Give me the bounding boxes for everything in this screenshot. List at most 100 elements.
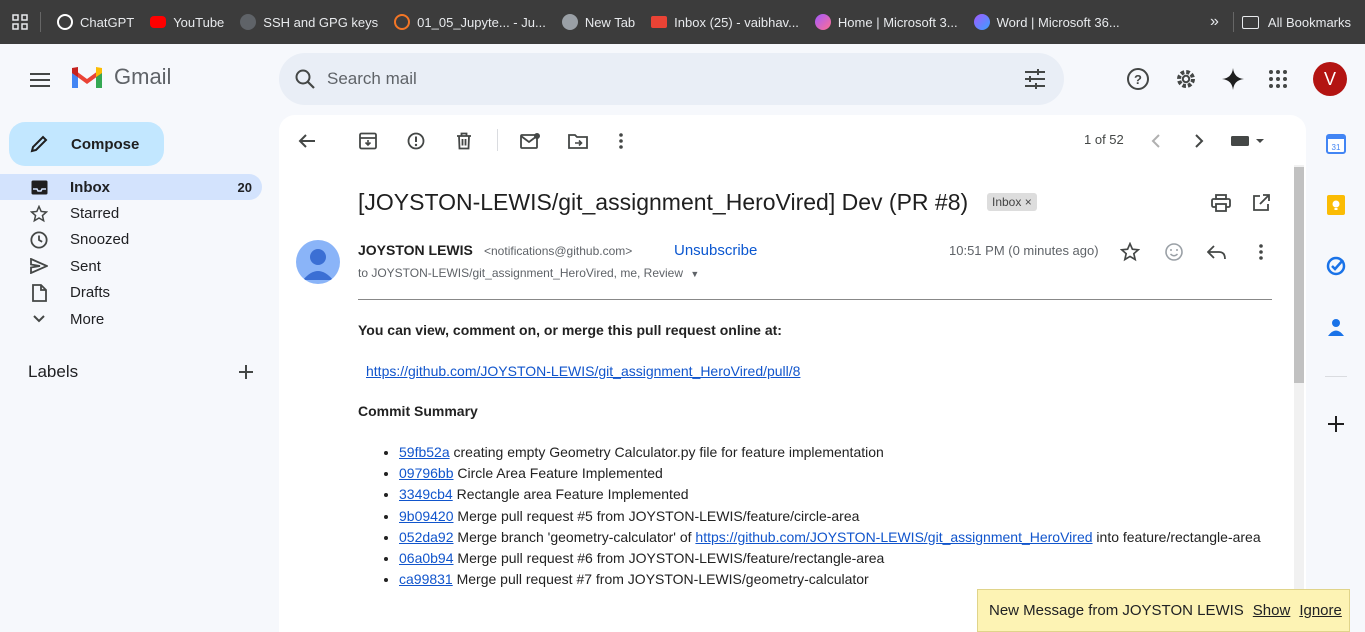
- add-label-plus-icon[interactable]: [238, 364, 254, 380]
- notification-show-link[interactable]: Show: [1253, 602, 1291, 619]
- main-menu-button[interactable]: [24, 64, 56, 96]
- gmail-logo[interactable]: Gmail: [70, 64, 171, 90]
- caret-down-icon: ▼: [690, 269, 700, 279]
- google-contacts-icon[interactable]: [1325, 316, 1347, 338]
- delete-trash-icon[interactable]: [452, 129, 476, 153]
- commit-sha-link[interactable]: 59fb52a: [399, 444, 450, 460]
- google-tasks-icon[interactable]: [1325, 255, 1347, 277]
- commit-sha-link[interactable]: 052da92: [399, 529, 454, 545]
- all-bookmarks-button[interactable]: All Bookmarks: [1241, 15, 1365, 30]
- inbox-label-chip[interactable]: Inbox ×: [987, 193, 1037, 211]
- pagination-count: 1 of 52: [1084, 132, 1124, 147]
- back-arrow-icon[interactable]: [295, 129, 319, 153]
- unsubscribe-link[interactable]: Unsubscribe: [674, 242, 757, 259]
- google-apps-icon[interactable]: [1264, 65, 1292, 93]
- globe-icon: [561, 14, 578, 30]
- google-keep-icon[interactable]: [1325, 194, 1347, 216]
- list-item: 9b09420 Merge pull request #5 from JOYST…: [399, 506, 1279, 527]
- message-more-vertical-icon[interactable]: [1249, 240, 1273, 264]
- commit-sha-link[interactable]: 06a0b94: [399, 550, 454, 566]
- add-reaction-emoji-icon[interactable]: [1162, 240, 1186, 264]
- recipients-line[interactable]: to JOYSTON-LEWIS/git_assignment_HeroVire…: [358, 266, 699, 280]
- commit-list: 59fb52a creating empty Geometry Calculat…: [399, 442, 1279, 590]
- sidebar-item-sent[interactable]: Sent: [0, 253, 262, 279]
- move-to-folder-icon[interactable]: [566, 129, 590, 153]
- search-options-icon[interactable]: [1024, 69, 1046, 89]
- youtube-icon: [150, 16, 167, 28]
- settings-gear-icon[interactable]: [1172, 65, 1200, 93]
- more-vertical-icon[interactable]: [609, 129, 633, 153]
- sender-email: <notifications@github.com>: [484, 244, 633, 258]
- pencil-icon: [30, 135, 48, 153]
- bookmarks-divider: [40, 12, 41, 32]
- bookmark-youtube[interactable]: YouTube: [142, 8, 232, 36]
- bookmark-jupyter[interactable]: 01_05_Jupyte... - Ju...: [386, 8, 554, 36]
- sidebar-nav: Inbox 20 Starred Snoozed Sent Drafts Mor…: [0, 174, 262, 332]
- email-timestamp: 10:51 PM (0 minutes ago): [949, 243, 1099, 258]
- sidebar-item-inbox[interactable]: Inbox 20: [0, 174, 262, 201]
- apps-grid-icon[interactable]: [0, 14, 40, 30]
- commit-sha-link[interactable]: 3349cb4: [399, 486, 453, 502]
- mark-unread-icon[interactable]: [518, 129, 542, 153]
- labels-section: Labels: [28, 362, 254, 382]
- commit-sha-link[interactable]: ca99831: [399, 571, 453, 587]
- commit-message: Merge pull request #5 from JOYSTON-LEWIS…: [453, 507, 860, 524]
- input-tools-keyboard-icon[interactable]: [1228, 129, 1268, 153]
- bookmark-chatgpt[interactable]: ChatGPT: [49, 8, 142, 36]
- search-input[interactable]: [327, 69, 977, 89]
- google-calendar-icon[interactable]: 31: [1325, 133, 1347, 155]
- new-message-notification: New Message from JOYSTON LEWIS Show Igno…: [977, 589, 1350, 632]
- commit-sha-link[interactable]: 9b09420: [399, 508, 454, 524]
- get-addons-plus-icon[interactable]: [1325, 413, 1347, 435]
- scrollbar-thumb[interactable]: [1294, 167, 1304, 383]
- sidebar-item-drafts[interactable]: Drafts: [0, 280, 262, 306]
- gmail-icon: [72, 67, 102, 88]
- bookmark-word[interactable]: Word | Microsoft 36...: [966, 8, 1128, 36]
- list-item: ca99831 Merge pull request #7 from JOYST…: [399, 569, 1279, 590]
- chevron-left-icon[interactable]: [1144, 129, 1168, 153]
- pull-request-link[interactable]: https://github.com/JOYSTON-LEWIS/git_ass…: [366, 363, 800, 379]
- sidebar-item-label: More: [70, 310, 105, 328]
- commit-sha-link[interactable]: 09796bb: [399, 465, 454, 481]
- report-spam-icon[interactable]: [404, 129, 428, 153]
- help-icon[interactable]: ?: [1124, 65, 1152, 93]
- sender-avatar[interactable]: [296, 240, 340, 284]
- github-icon: [240, 14, 257, 30]
- archive-icon[interactable]: [356, 129, 380, 153]
- repository-link[interactable]: https://github.com/JOYSTON-LEWIS/git_ass…: [695, 529, 1092, 545]
- account-avatar[interactable]: V: [1313, 62, 1347, 96]
- star-icon[interactable]: [1118, 240, 1142, 264]
- compose-button[interactable]: Compose: [9, 122, 164, 166]
- inbox-icon: [30, 178, 48, 196]
- search-icon[interactable]: [293, 67, 317, 91]
- chatgpt-icon: [57, 14, 73, 30]
- compose-label: Compose: [71, 135, 140, 153]
- email-subject: [JOYSTON-LEWIS/git_assignment_HeroVired]…: [358, 189, 969, 215]
- sidebar-item-snoozed[interactable]: Snoozed: [0, 227, 262, 253]
- message-panel: 1 of 52 [JOYSTON-LEWIS/git_assignment_He…: [279, 115, 1306, 632]
- search-bar[interactable]: [279, 53, 1064, 105]
- clock-icon: [30, 231, 48, 249]
- commit-message: creating empty Geometry Calculator.py fi…: [449, 444, 884, 460]
- list-item: 59fb52a creating empty Geometry Calculat…: [399, 442, 1279, 463]
- commit-message: Merge branch 'geometry-calculator' of: [453, 528, 696, 545]
- sender-name[interactable]: JOYSTON LEWIS: [358, 242, 473, 258]
- bookmarks-overflow-button[interactable]: »: [1196, 13, 1233, 31]
- gmail-icon: [651, 16, 668, 28]
- gemini-sparkle-icon[interactable]: [1219, 65, 1247, 93]
- chevron-right-icon[interactable]: [1187, 129, 1211, 153]
- chevron-down-icon: [30, 310, 48, 328]
- bookmark-github[interactable]: SSH and GPG keys: [232, 8, 386, 36]
- sidebar-item-more[interactable]: More: [0, 306, 262, 332]
- header-body-divider: [358, 299, 1272, 300]
- bookmarks-divider: [1232, 12, 1234, 32]
- print-icon[interactable]: [1209, 191, 1233, 215]
- bookmark-gmail-inbox[interactable]: Inbox (25) - vaibhav...: [643, 8, 807, 36]
- reply-arrow-icon[interactable]: [1205, 240, 1229, 264]
- open-in-new-window-icon[interactable]: [1249, 191, 1273, 215]
- notification-ignore-link[interactable]: Ignore: [1299, 602, 1342, 619]
- sidebar-item-starred[interactable]: Starred: [0, 200, 262, 226]
- bookmark-microsoft-home[interactable]: Home | Microsoft 3...: [807, 8, 966, 36]
- bookmark-new-tab[interactable]: New Tab: [554, 8, 643, 36]
- gmail-logo-text: Gmail: [114, 64, 172, 89]
